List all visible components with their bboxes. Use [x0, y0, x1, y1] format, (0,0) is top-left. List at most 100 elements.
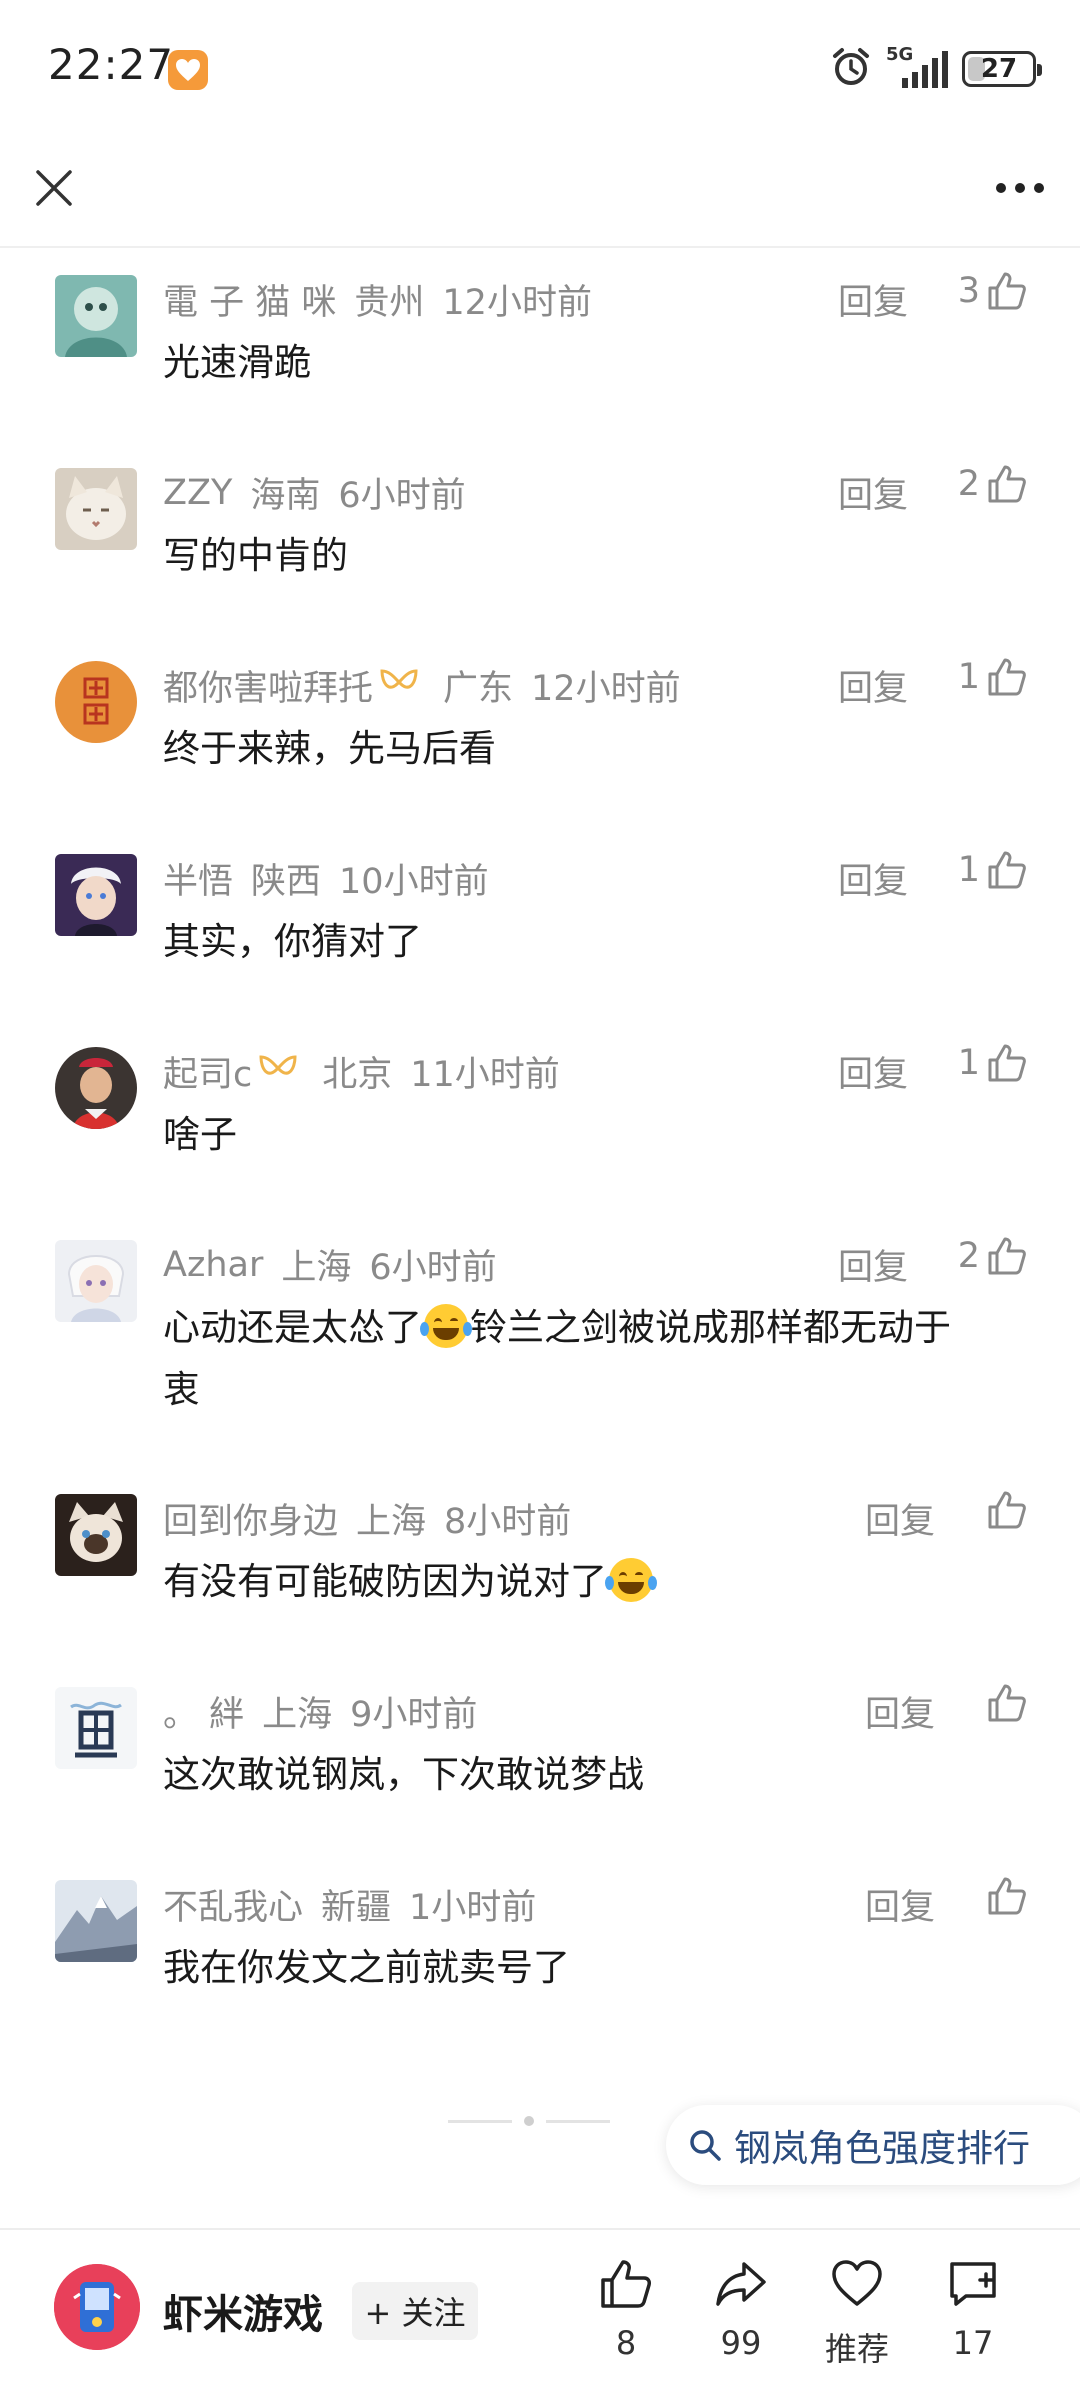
like-count: 8	[615, 2324, 637, 2362]
more-icon-dot	[1015, 183, 1025, 193]
more-options-button[interactable]	[988, 162, 1052, 214]
search-icon	[690, 2130, 721, 2161]
recommend-button[interactable]: 推荐	[812, 2258, 902, 2370]
timestamp: 11小时前	[410, 1055, 560, 1095]
thumbs-up-icon	[988, 1044, 1026, 1082]
avatar[interactable]	[55, 661, 137, 743]
share-count: 99	[720, 2324, 762, 2362]
region: 上海	[262, 1695, 333, 1735]
more-icon-dot	[1034, 183, 1044, 193]
like-count: 2	[957, 1236, 980, 1276]
close-button[interactable]	[28, 162, 80, 214]
avatar[interactable]	[55, 1047, 137, 1129]
avatar[interactable]	[55, 1240, 137, 1322]
reply-button[interactable]: 回复	[838, 853, 908, 904]
like-button[interactable]: 1	[958, 1042, 1028, 1084]
username[interactable]: 不乱我心	[163, 1879, 303, 1930]
comment-text: 光速滑跪	[163, 341, 311, 384]
reply-button[interactable]: 回复	[838, 274, 908, 325]
related-search-chip[interactable]: 钢岚角色强度排行	[666, 2105, 1080, 2185]
bottom-action-bar: 虾米游戏 + 关注 8 99 推荐 17	[0, 2228, 1080, 2387]
like-button[interactable]: 2	[958, 1235, 1028, 1277]
region: 新疆	[321, 1888, 392, 1928]
username[interactable]: 半悟	[163, 853, 233, 904]
battery-text: 27	[980, 54, 1018, 84]
comment-text: 有没有可能破防因为说对了	[163, 1551, 1033, 1613]
region: 上海	[356, 1502, 427, 1542]
comment-count: 17	[952, 2324, 994, 2362]
comment-meta: 。 絆 上海 9小时前	[163, 1686, 477, 1737]
comment-item: 電 子 猫 咪 贵州 12小时前 回复 3 光速滑跪	[0, 250, 1080, 443]
avatar[interactable]	[55, 854, 137, 936]
reply-button[interactable]: 回复	[838, 467, 908, 518]
thumbs-up-icon	[988, 1684, 1026, 1722]
laugh-cry-emoji-icon	[605, 1558, 657, 1602]
reply-button[interactable]: 回复	[838, 660, 908, 711]
battery-indicator: 27	[962, 51, 1042, 87]
timestamp: 12小时前	[531, 669, 681, 709]
like-button[interactable]: 3	[958, 270, 1028, 312]
comment-meta: Azhar 上海 6小时前	[163, 1239, 497, 1290]
share-button[interactable]: 99	[696, 2258, 786, 2362]
username[interactable]: ZZY	[163, 473, 232, 513]
region: 海南	[250, 476, 321, 516]
avatar[interactable]	[55, 1494, 137, 1576]
comment-add-icon	[950, 2262, 996, 2306]
comment-item: 起司c 北京 11小时前 回复 1 啥子	[0, 1022, 1080, 1215]
like-count: 3	[957, 271, 980, 311]
comment-text: 写的中肯的	[163, 534, 348, 577]
comment-item: ZZY 海南 6小时前 回复 2 写的中肯的	[0, 443, 1080, 636]
username[interactable]: 起司c	[163, 1046, 252, 1097]
region: 上海	[281, 1248, 352, 1288]
thumbs-up-icon	[988, 272, 1026, 310]
thumbs-up-icon	[988, 1877, 1026, 1915]
like-button[interactable]	[980, 1489, 1028, 1531]
reply-button[interactable]: 回复	[865, 1493, 935, 1544]
comment-meta: 起司c 北京 11小时前	[163, 1046, 560, 1097]
comment-text: 我在你发文之前就卖号了	[163, 1946, 570, 1989]
avatar[interactable]	[55, 1880, 137, 1962]
comment-meta: 都你害啦拜托 广东 12小时前	[163, 660, 681, 711]
like-button[interactable]: 1	[958, 656, 1028, 698]
comment-meta: 電 子 猫 咪 贵州 12小时前	[163, 274, 592, 325]
comment-item: 不乱我心 新疆 1小时前 回复 我在你发文之前就卖号了	[0, 1855, 1080, 2048]
reply-button[interactable]: 回复	[838, 1239, 908, 1290]
follow-button[interactable]: + 关注	[352, 2282, 478, 2340]
comment-item: 回到你身边 上海 8小时前 回复 有没有可能破防因为说对了	[0, 1469, 1080, 1662]
timestamp: 9小时前	[350, 1695, 478, 1735]
like-button[interactable]: 2	[958, 463, 1028, 505]
laugh-cry-emoji-icon	[420, 1304, 472, 1348]
username[interactable]: 都你害啦拜托	[163, 660, 373, 711]
username[interactable]: 電 子 猫 咪	[163, 274, 336, 325]
comment-text: 啥子	[163, 1113, 237, 1156]
close-icon	[36, 170, 72, 206]
reply-button[interactable]: 回复	[865, 1879, 935, 1930]
recommend-label: 推荐	[824, 2330, 889, 2368]
search-chip-label: 钢岚角色强度排行	[734, 2127, 1030, 2170]
avatar[interactable]	[55, 1687, 137, 1769]
comment-text: 这次敢说钢岚，下次敢说梦战	[163, 1753, 644, 1796]
avatar[interactable]	[55, 468, 137, 550]
comment-text-part: 衷	[163, 1368, 200, 1411]
thumbs-up-icon	[988, 658, 1026, 696]
like-button[interactable]	[980, 1875, 1028, 1917]
timestamp: 12小时前	[442, 283, 592, 323]
region: 贵州	[354, 283, 425, 323]
like-button[interactable]: 1	[958, 849, 1028, 891]
comment-button[interactable]: 17	[928, 2258, 1018, 2362]
account-avatar[interactable]	[54, 2264, 140, 2350]
like-post-button[interactable]: 8	[581, 2258, 671, 2362]
share-icon	[716, 2262, 766, 2306]
username[interactable]: Azhar	[163, 1245, 263, 1285]
reply-button[interactable]: 回复	[838, 1046, 908, 1097]
avatar[interactable]	[55, 275, 137, 357]
comment-meta: 半悟 陕西 10小时前	[163, 853, 489, 904]
username[interactable]: 。 絆	[163, 1686, 244, 1737]
reply-button[interactable]: 回复	[865, 1686, 935, 1737]
thumbs-up-icon	[988, 465, 1026, 503]
thumbs-up-icon	[988, 1237, 1026, 1275]
like-button[interactable]	[980, 1682, 1028, 1724]
account-name[interactable]: 虾米游戏	[163, 2282, 323, 2340]
username[interactable]: 回到你身边	[163, 1493, 338, 1544]
notification-app-icon	[168, 50, 208, 90]
